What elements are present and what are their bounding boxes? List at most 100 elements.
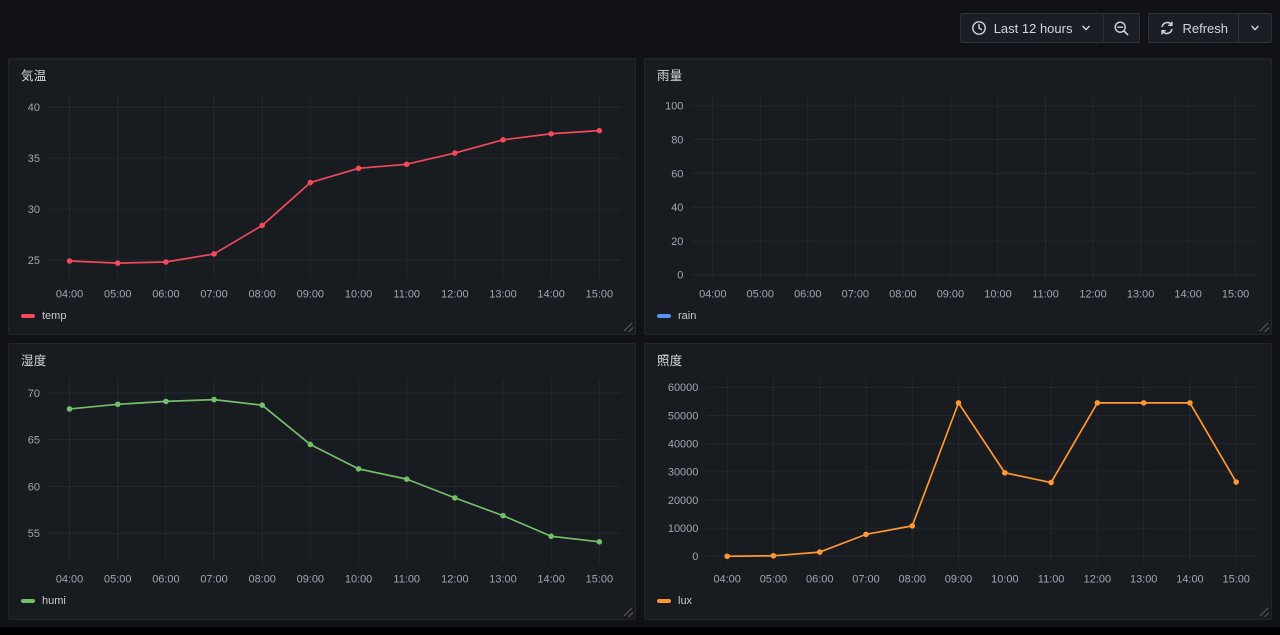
svg-text:09:00: 09:00	[937, 289, 964, 301]
bottom-bar	[0, 627, 1280, 635]
legend: humi	[9, 592, 635, 619]
temp-chart[interactable]: 2530354004:0005:0006:0007:0008:0009:0010…	[17, 84, 627, 306]
panel-resize-handle[interactable]	[1257, 320, 1270, 333]
chevron-down-icon	[1079, 21, 1093, 35]
svg-text:65: 65	[28, 435, 40, 447]
panel-resize-handle[interactable]	[621, 320, 634, 333]
humi-legend-swatch	[21, 599, 35, 603]
svg-text:07:00: 07:00	[200, 289, 227, 301]
svg-text:0: 0	[692, 551, 698, 563]
legend-label[interactable]: lux	[678, 595, 692, 607]
svg-text:13:00: 13:00	[489, 574, 516, 586]
panel-title[interactable]: 湿度	[9, 344, 635, 369]
svg-text:40: 40	[671, 202, 683, 214]
panel-resize-handle[interactable]	[621, 605, 634, 618]
svg-text:12:00: 12:00	[1084, 574, 1111, 586]
svg-text:14:00: 14:00	[1174, 289, 1201, 301]
svg-text:08:00: 08:00	[248, 574, 275, 586]
svg-text:40: 40	[28, 102, 40, 114]
svg-text:05:00: 05:00	[760, 574, 787, 586]
svg-text:20000: 20000	[668, 495, 698, 507]
svg-text:35: 35	[28, 153, 40, 165]
svg-text:13:00: 13:00	[489, 289, 516, 301]
svg-text:30: 30	[28, 204, 40, 216]
svg-text:04:00: 04:00	[713, 574, 740, 586]
svg-text:30000: 30000	[668, 467, 698, 479]
svg-text:80: 80	[671, 135, 683, 147]
svg-text:40000: 40000	[668, 439, 698, 451]
svg-text:12:00: 12:00	[441, 289, 468, 301]
panel-humidity: 湿度 5560657004:0005:0006:0007:0008:0009:0…	[8, 343, 636, 620]
refresh-button[interactable]: Refresh	[1149, 14, 1238, 42]
svg-text:14:00: 14:00	[1176, 574, 1203, 586]
refresh-sync-icon	[1159, 20, 1175, 36]
svg-text:60: 60	[671, 169, 683, 181]
svg-text:0: 0	[677, 270, 683, 282]
svg-text:07:00: 07:00	[200, 574, 227, 586]
panel-rain: 雨量 02040608010004:0005:0006:0007:0008:00…	[644, 58, 1272, 335]
legend: rain	[645, 307, 1271, 334]
panel-title[interactable]: 気温	[9, 59, 635, 84]
svg-text:12:00: 12:00	[441, 574, 468, 586]
humi-chart-region: 5560657004:0005:0006:0007:0008:0009:0010…	[9, 369, 635, 591]
legend-label[interactable]: humi	[42, 595, 66, 607]
svg-text:12:00: 12:00	[1079, 289, 1106, 301]
lux-chart-region: 010000200003000040000500006000004:0005:0…	[645, 369, 1271, 591]
clock-icon	[971, 20, 987, 36]
svg-text:15:00: 15:00	[1222, 574, 1249, 586]
refresh-interval-dropdown[interactable]	[1238, 14, 1271, 42]
svg-text:06:00: 06:00	[806, 574, 833, 586]
svg-text:09:00: 09:00	[945, 574, 972, 586]
legend-label[interactable]: temp	[42, 310, 66, 322]
svg-text:11:00: 11:00	[393, 289, 420, 301]
dashboard-toolbar: Last 12 hours Refresh	[960, 13, 1272, 43]
humi-chart[interactable]: 5560657004:0005:0006:0007:0008:0009:0010…	[17, 369, 627, 591]
svg-text:25: 25	[28, 255, 40, 267]
svg-text:50000: 50000	[668, 411, 698, 423]
svg-text:14:00: 14:00	[537, 289, 564, 301]
panel-resize-handle[interactable]	[1257, 605, 1270, 618]
svg-text:10:00: 10:00	[984, 289, 1011, 301]
svg-text:10:00: 10:00	[991, 574, 1018, 586]
legend-label[interactable]: rain	[678, 310, 696, 322]
svg-text:15:00: 15:00	[586, 289, 613, 301]
legend: temp	[9, 307, 635, 334]
svg-text:04:00: 04:00	[56, 289, 83, 301]
rain-chart[interactable]: 02040608010004:0005:0006:0007:0008:0009:…	[653, 84, 1263, 306]
refresh-label: Refresh	[1182, 21, 1228, 36]
svg-text:08:00: 08:00	[899, 574, 926, 586]
time-picker-group: Last 12 hours	[960, 13, 1141, 43]
zoom-out-button[interactable]	[1103, 14, 1139, 42]
svg-text:04:00: 04:00	[56, 574, 83, 586]
lux-legend-swatch	[657, 599, 671, 603]
svg-text:13:00: 13:00	[1130, 574, 1157, 586]
svg-text:04:00: 04:00	[699, 289, 726, 301]
time-range-label: Last 12 hours	[994, 21, 1073, 36]
time-range-button[interactable]: Last 12 hours	[961, 14, 1104, 42]
temp-chart-region: 2530354004:0005:0006:0007:0008:0009:0010…	[9, 84, 635, 306]
svg-text:11:00: 11:00	[1032, 289, 1059, 301]
rain-legend-swatch	[657, 314, 671, 318]
svg-text:60: 60	[28, 482, 40, 494]
magnifier-minus-icon	[1113, 20, 1130, 37]
temp-legend-swatch	[21, 314, 35, 318]
svg-text:11:00: 11:00	[1038, 574, 1065, 586]
refresh-group: Refresh	[1148, 13, 1272, 43]
panel-title[interactable]: 照度	[645, 344, 1271, 369]
svg-text:11:00: 11:00	[393, 574, 420, 586]
panel-title[interactable]: 雨量	[645, 59, 1271, 84]
panel-temperature: 気温 2530354004:0005:0006:0007:0008:0009:0…	[8, 58, 636, 335]
svg-text:06:00: 06:00	[152, 574, 179, 586]
svg-text:07:00: 07:00	[842, 289, 869, 301]
svg-text:15:00: 15:00	[1222, 289, 1249, 301]
svg-text:06:00: 06:00	[794, 289, 821, 301]
svg-text:08:00: 08:00	[889, 289, 916, 301]
panel-illuminance: 照度 010000200003000040000500006000004:000…	[644, 343, 1272, 620]
chevron-down-icon	[1248, 21, 1262, 35]
svg-text:13:00: 13:00	[1127, 289, 1154, 301]
legend: lux	[645, 592, 1271, 619]
svg-text:20: 20	[671, 236, 683, 248]
svg-text:05:00: 05:00	[104, 289, 131, 301]
lux-chart[interactable]: 010000200003000040000500006000004:0005:0…	[653, 369, 1263, 591]
svg-text:08:00: 08:00	[248, 289, 275, 301]
